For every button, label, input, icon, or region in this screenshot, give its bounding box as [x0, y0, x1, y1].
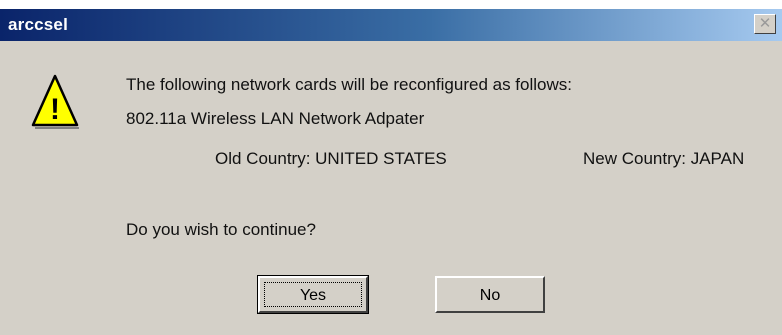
- new-country-text: New Country: JAPAN: [583, 149, 745, 168]
- warning-exclamation: !: [50, 93, 60, 126]
- title-bar[interactable]: arccsel ✕: [0, 9, 782, 41]
- close-icon: ✕: [758, 15, 772, 32]
- continue-question: Do you wish to continue?: [126, 220, 316, 239]
- message-line: The following network cards will be reco…: [126, 75, 572, 94]
- old-country-text: Old Country: UNITED STATES: [215, 149, 447, 168]
- yes-button-label: Yes: [299, 286, 327, 304]
- message-dialog: arccsel ✕ ! The following network cards …: [0, 8, 782, 335]
- warning-icon: !: [31, 74, 79, 129]
- window-title: arccsel: [8, 15, 69, 34]
- close-button[interactable]: ✕: [754, 14, 776, 34]
- no-button-label: No: [479, 286, 501, 304]
- adapter-name: 802.11a Wireless LAN Network Adpater: [126, 109, 425, 128]
- yes-button[interactable]: Yes: [257, 275, 369, 314]
- no-button[interactable]: No: [435, 276, 545, 313]
